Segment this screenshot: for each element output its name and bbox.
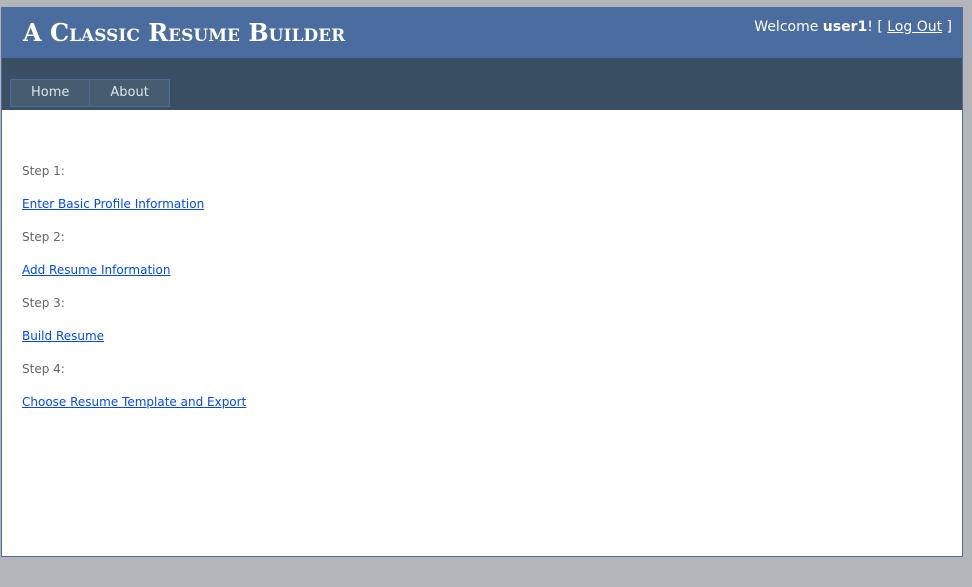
title-bar: A Classic Resume Builder Welcome user1! … — [2, 8, 962, 58]
enter-basic-profile-link[interactable]: Enter Basic Profile Information — [22, 197, 204, 211]
add-resume-information-link[interactable]: Add Resume Information — [22, 263, 170, 277]
logout-suffix: ] — [942, 19, 952, 35]
logout-link[interactable]: Log Out — [887, 19, 942, 35]
step-label: Step 2: — [22, 230, 65, 244]
step-label: Step 1: — [22, 164, 65, 178]
nav-bar: Home About — [2, 58, 962, 110]
main-content: Step 1: Enter Basic Profile Information … — [22, 163, 246, 427]
site-title: A Classic Resume Builder — [23, 18, 346, 47]
username: user1 — [822, 19, 868, 35]
step-label: Step 4: — [22, 362, 65, 376]
header: A Classic Resume Builder Welcome user1! … — [2, 8, 962, 110]
welcome-text: Welcome — [754, 19, 823, 35]
step-label: Step 3: — [22, 296, 65, 310]
main-menu: Home About — [10, 79, 170, 107]
page: A Classic Resume Builder Welcome user1! … — [1, 7, 963, 557]
login-display: Welcome user1! [ Log Out ] — [754, 19, 952, 35]
menu-item-about[interactable]: About — [89, 79, 170, 107]
welcome-suffix: ! [ — [867, 19, 888, 35]
menu-item-home[interactable]: Home — [10, 79, 91, 107]
choose-template-export-link[interactable]: Choose Resume Template and Export — [22, 395, 246, 409]
build-resume-link[interactable]: Build Resume — [22, 329, 104, 343]
